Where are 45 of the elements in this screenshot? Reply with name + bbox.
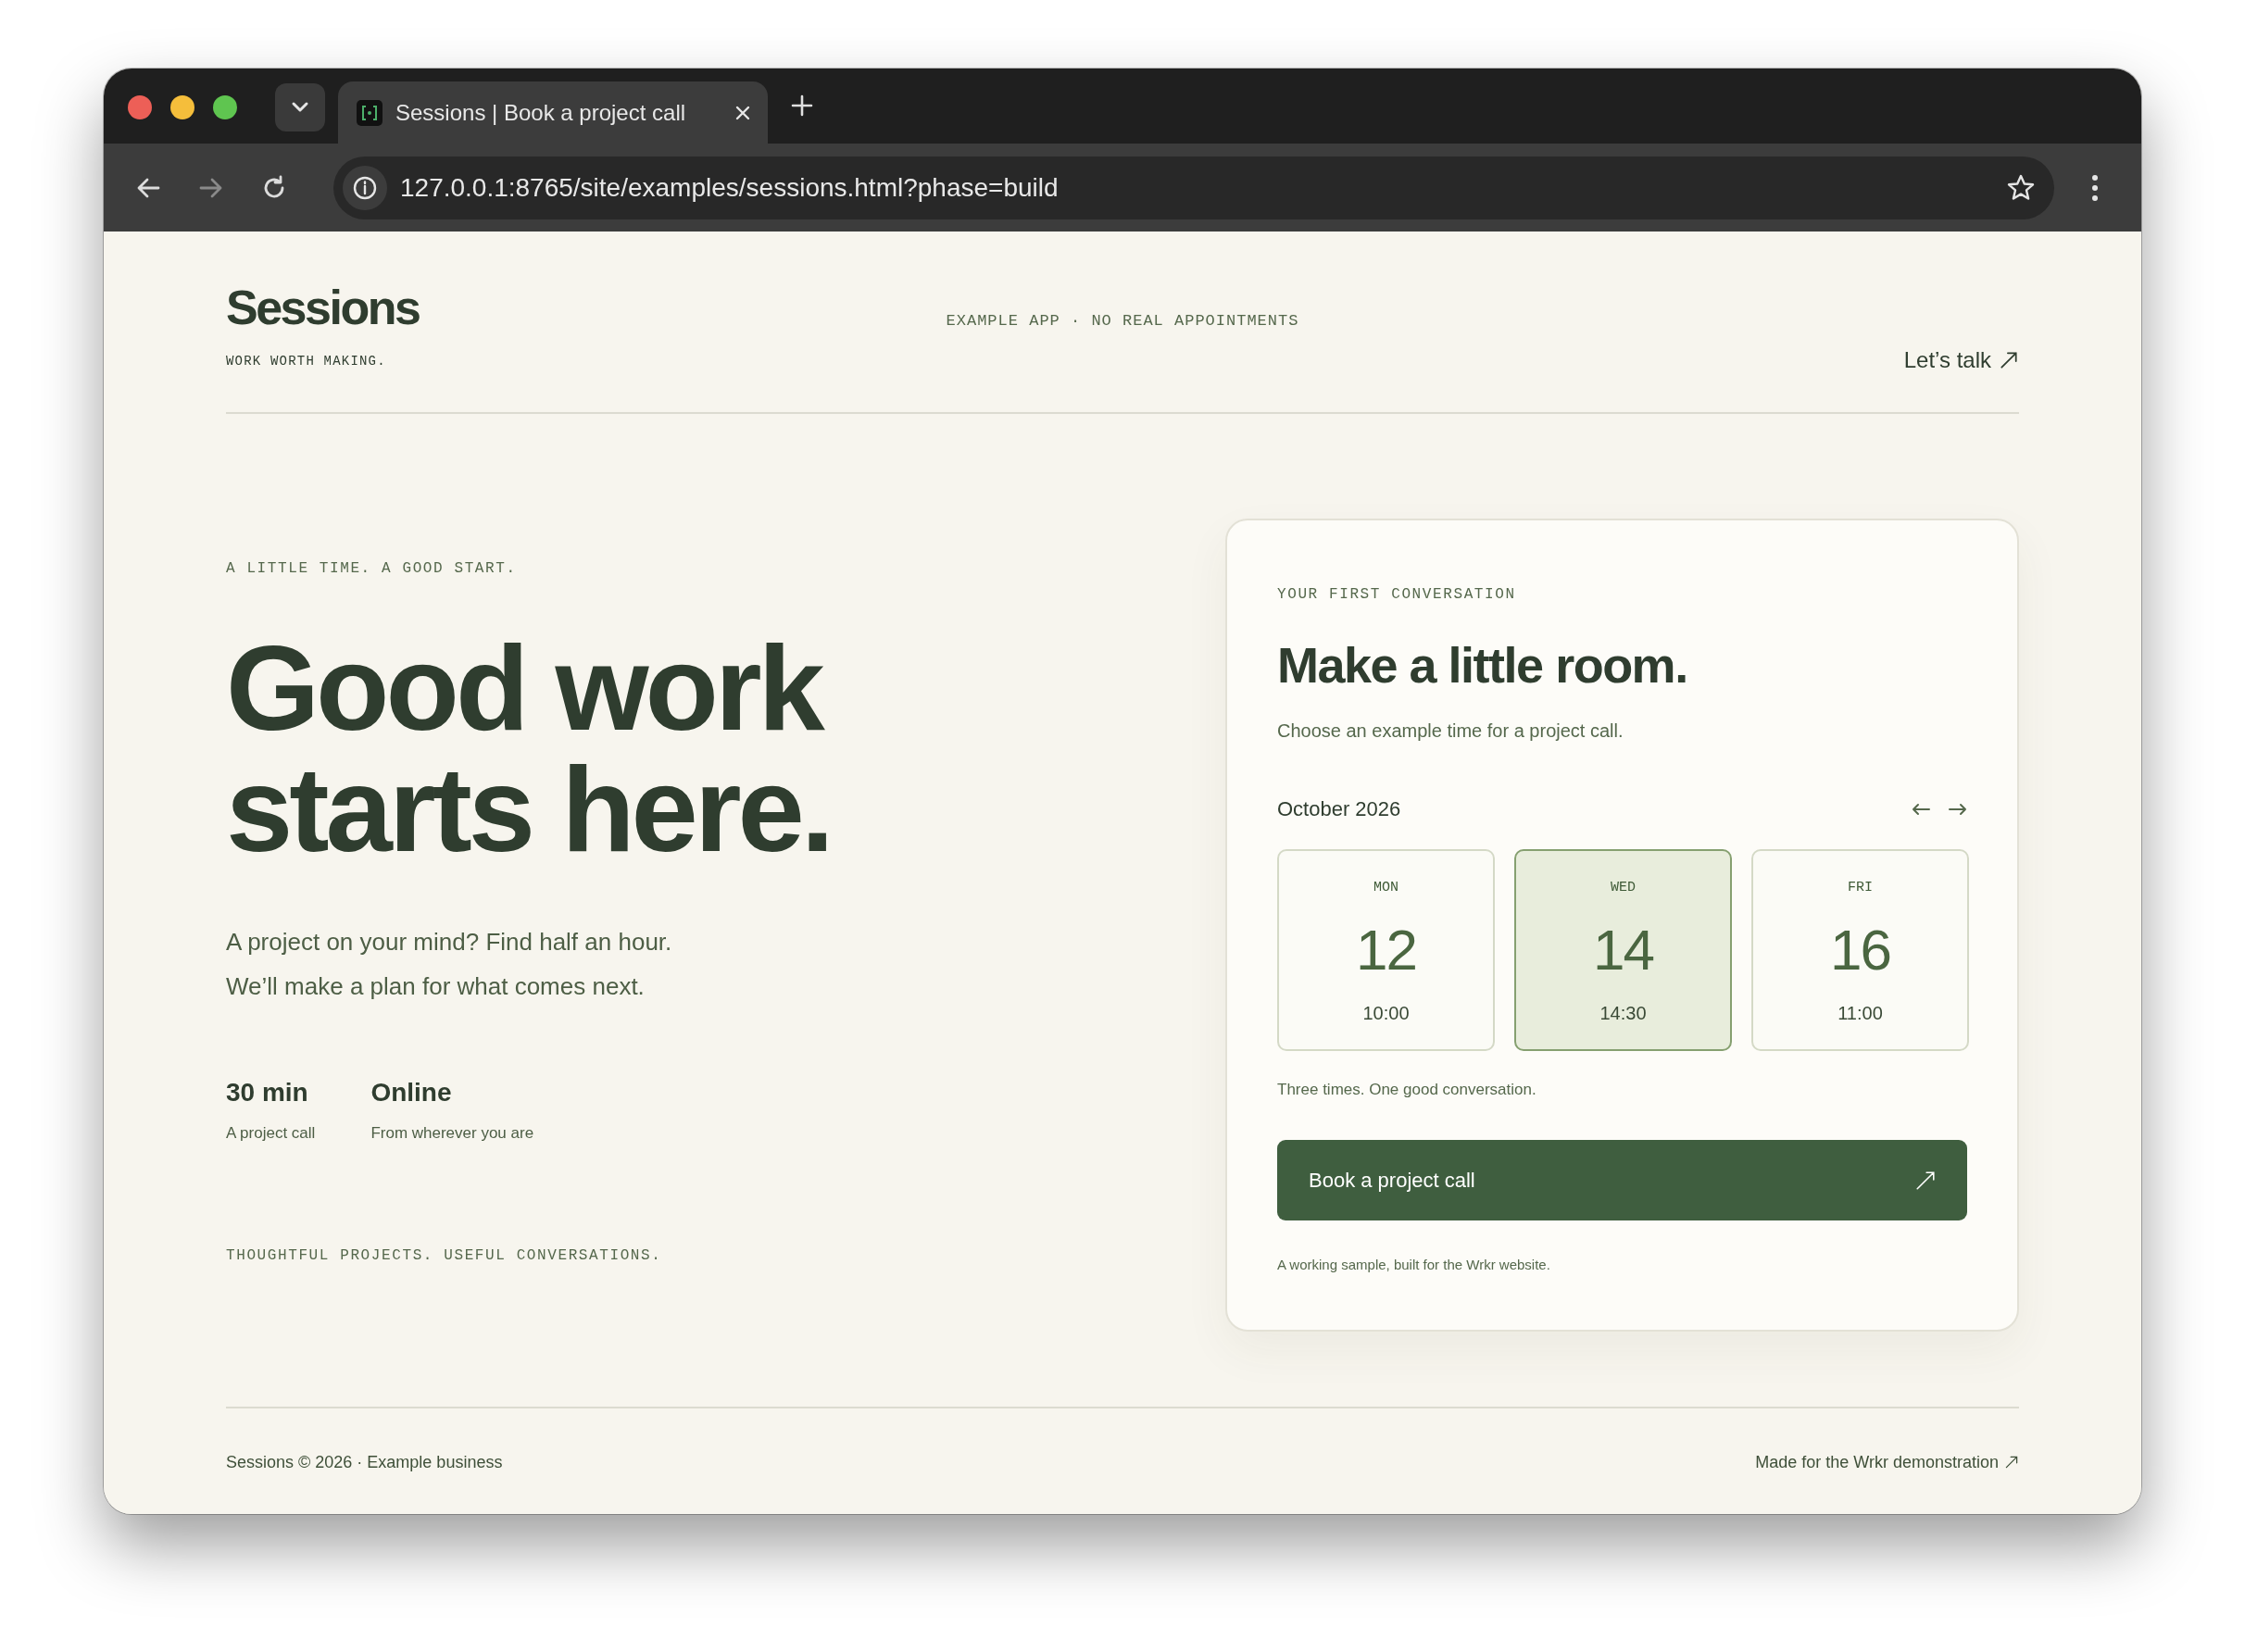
example-notice: EXAMPLE APP · NO REAL APPOINTMENTS: [946, 311, 1299, 332]
close-window-button[interactable]: [128, 95, 152, 119]
hero-headline: starts here.: [226, 749, 832, 870]
intro-text: A project on your mind? Find half an hour.: [226, 927, 673, 957]
previous-month-icon[interactable]: [1912, 803, 1930, 816]
lets-talk-link[interactable]: Let’s talk: [1903, 307, 2019, 412]
site-logo[interactable]: Sessions: [226, 280, 947, 335]
sample-note: A working sample, built for the Wrkr website.: [1277, 1256, 1551, 1274]
menu-icon[interactable]: [2091, 173, 2099, 202]
card-eyebrow: YOUR FIRST CONVERSATION: [1277, 585, 1517, 604]
minimize-window-button[interactable]: [170, 95, 194, 119]
chevron-down-icon: [291, 101, 309, 114]
stat-value: Online: [370, 1077, 453, 1108]
card-title: Make a little room.: [1277, 636, 1688, 695]
book-call-button[interactable]: Book a project call: [1277, 1140, 1967, 1220]
hero-headline: Good work: [226, 628, 824, 749]
bookmark-star-icon[interactable]: [2006, 172, 2036, 203]
address-bar[interactable]: 127.0.0.1:8765/site/examples/sessions.html?phase=build: [333, 156, 2054, 219]
browser-tab[interactable]: Sessions | Book a project call: [338, 81, 768, 144]
tab-list-button[interactable]: [275, 83, 325, 131]
day-option[interactable]: FRI 16 11:00: [1751, 849, 1969, 1051]
day-option[interactable]: MON 12 10:00: [1277, 849, 1495, 1051]
site-tagline: WORK WORTH MAKING.: [226, 353, 387, 370]
month-label: October 2026: [1277, 796, 1401, 822]
arrow-up-right-icon: [1915, 1170, 1936, 1191]
availability-caption: Three times. One good conversation.: [1277, 1080, 1537, 1100]
hero-eyebrow: A LITTLE TIME. A GOOD START.: [226, 559, 518, 578]
new-tab-icon[interactable]: [791, 94, 813, 117]
intro-text: We’ll make a plan for what comes next.: [226, 971, 646, 1002]
demonstration-link[interactable]: Made for the Wrkr demonstration: [1755, 1451, 2019, 1473]
stat-label: From wherever you are: [370, 1123, 534, 1144]
closing-line: THOUGHTFUL PROJECTS. USEFUL CONVERSATIONS.: [226, 1246, 663, 1265]
info-icon[interactable]: [343, 165, 387, 210]
zoom-window-button[interactable]: [213, 95, 237, 119]
arrow-up-right-icon: [2004, 1455, 2019, 1470]
close-icon[interactable]: [734, 104, 751, 121]
stat-label: A project call: [226, 1123, 316, 1144]
card-subtitle: Choose an example time for a project call.: [1277, 720, 1624, 743]
stat-value: 30 min: [226, 1077, 309, 1108]
next-month-icon[interactable]: [1949, 803, 1967, 816]
tab-title: Sessions | Book a project call: [395, 99, 687, 126]
copyright-text: Sessions © 2026 · Example business: [226, 1452, 503, 1473]
arrow-up-right-icon: [1999, 349, 2019, 370]
favicon-icon: [357, 99, 383, 126]
day-option[interactable]: WED 14 14:30: [1514, 849, 1732, 1051]
